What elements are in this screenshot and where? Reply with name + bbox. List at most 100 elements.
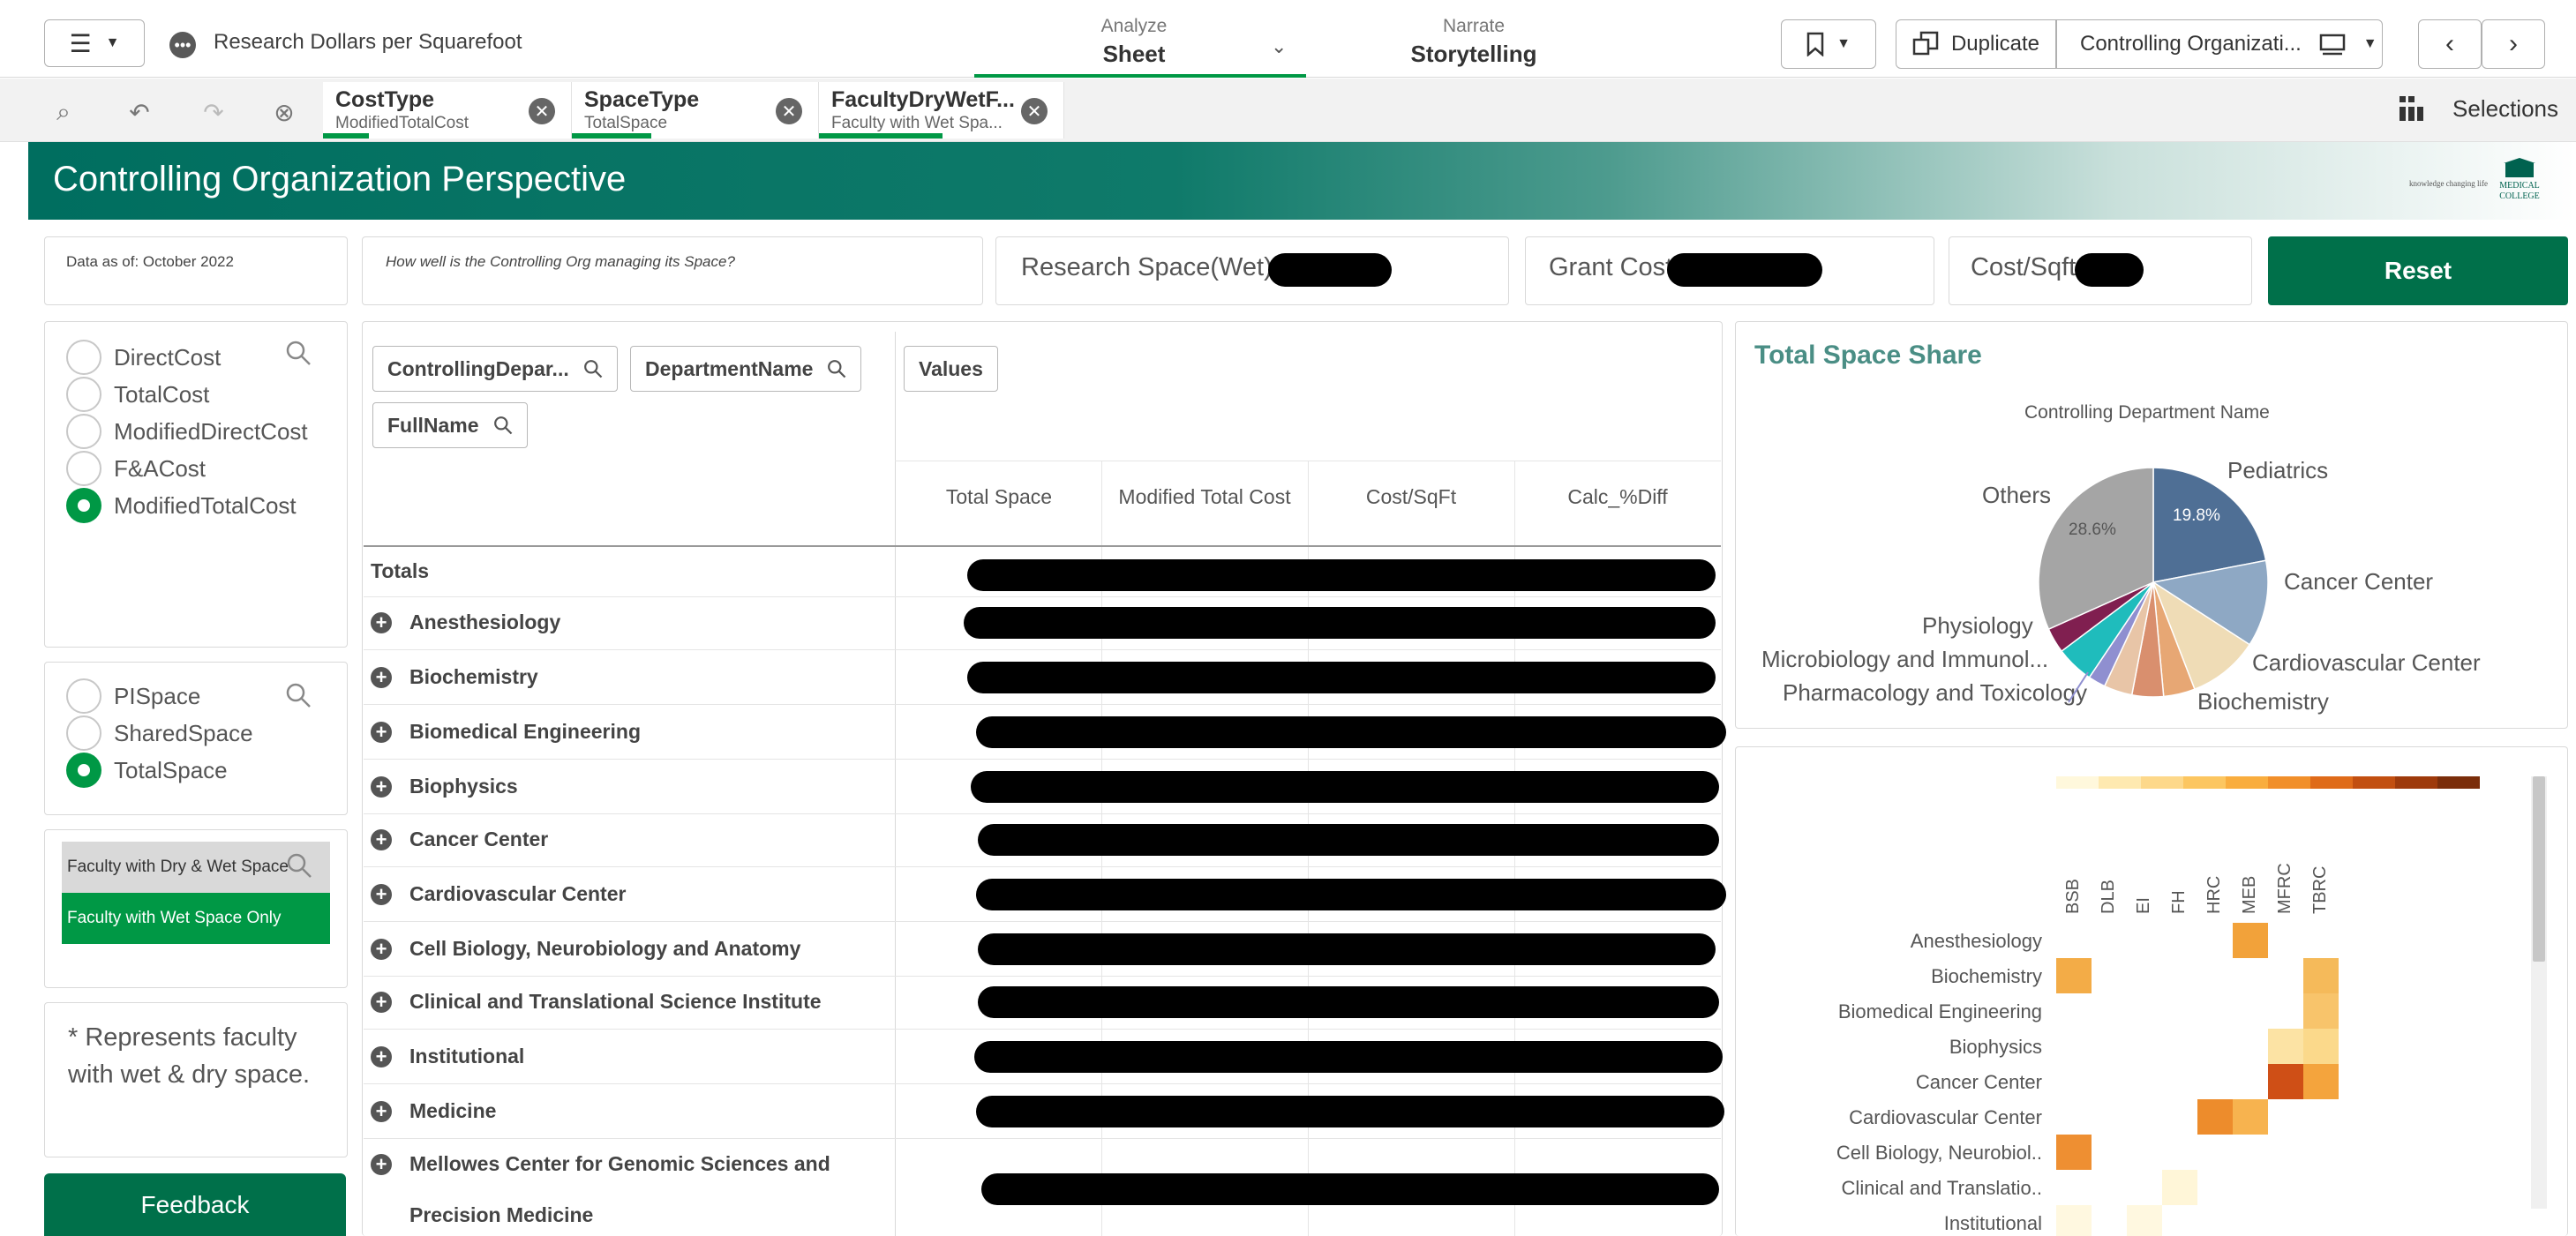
filter-item-label: Faculty with Dry & Wet Space <box>67 858 289 876</box>
duplicate-button[interactable]: Duplicate <box>1896 19 2056 69</box>
heatmap-cell[interactable] <box>2197 1099 2233 1135</box>
app-title: Research Dollars per Squarefoot <box>214 30 522 54</box>
sheet-label: Sheet <box>1102 41 1166 67</box>
close-icon[interactable]: ✕ <box>776 98 802 124</box>
previous-sheet-button[interactable]: ‹ <box>2418 19 2482 69</box>
chip-selection-bar <box>572 133 651 139</box>
heatmap-cell[interactable] <box>2056 958 2092 993</box>
search-icon[interactable] <box>285 340 312 366</box>
table-row[interactable]: + Medicine <box>371 1099 496 1123</box>
table-row[interactable]: + Biomedical Engineering <box>371 720 641 744</box>
close-icon[interactable]: ✕ <box>529 98 555 124</box>
main-menu-button[interactable]: ☰ ▼ <box>44 19 145 67</box>
heatmap-cell[interactable] <box>2303 1029 2339 1064</box>
redacted-value <box>976 1096 1724 1127</box>
scrollbar-track[interactable] <box>2531 776 2547 1209</box>
clear-all-icon[interactable]: ⊗ <box>267 94 302 130</box>
column-header-total-space[interactable]: Total Space <box>897 485 1101 509</box>
chevron-down-icon[interactable]: ⌄ <box>1271 35 1287 58</box>
radio-modifiedtotalcost[interactable]: ModifiedTotalCost <box>66 488 297 523</box>
expand-plus-icon[interactable]: + <box>371 883 392 905</box>
heatmap-cell[interactable] <box>2233 1099 2268 1135</box>
feedback-button[interactable]: Feedback <box>44 1173 346 1236</box>
close-icon[interactable]: ✕ <box>1021 98 1048 124</box>
bookmark-button[interactable]: ▼ <box>1781 19 1876 69</box>
radio-button[interactable] <box>66 451 101 486</box>
table-row[interactable]: + Clinical and Translational Science Inst… <box>371 990 822 1014</box>
selection-chip-facultydrywet[interactable]: FacultyDryWetF... Faculty with Wet Spa..… <box>819 82 1064 139</box>
radio-modifieddirectcost[interactable]: ModifiedDirectCost <box>66 414 308 449</box>
heatmap-cell[interactable] <box>2233 923 2268 958</box>
radio-button-selected[interactable] <box>66 753 101 788</box>
selections-button[interactable]: Selections <box>2398 94 2558 123</box>
table-row[interactable]: + Mellowes Center for Genomic Sciences an… <box>371 1152 830 1176</box>
table-row[interactable]: + Biochemistry <box>371 665 538 689</box>
expand-plus-icon[interactable]: + <box>371 1045 392 1067</box>
filter-item-wet-only[interactable]: Faculty with Wet Space Only <box>62 893 330 944</box>
expand-plus-icon[interactable]: + <box>371 1100 392 1122</box>
radio-directcost[interactable]: DirectCost <box>66 340 221 375</box>
smart-search-icon[interactable]: ⌕ <box>46 94 81 130</box>
sheet-selector[interactable]: Controlling Organizati... ▼ <box>2056 19 2383 69</box>
expand-plus-icon[interactable]: + <box>371 666 392 688</box>
column-header-calc-pct-diff[interactable]: Calc_%Diff <box>1514 485 1721 509</box>
table-row[interactable]: + Cancer Center <box>371 828 548 851</box>
search-icon[interactable] <box>286 852 312 879</box>
radio-button[interactable] <box>66 414 101 449</box>
radio-totalspace[interactable]: TotalSpace <box>66 753 228 788</box>
expand-plus-icon[interactable]: + <box>371 721 392 743</box>
divider <box>364 704 1721 705</box>
dimension-pill-controlling-dept[interactable]: ControllingDepar... <box>372 346 618 392</box>
tab-narrate-storytelling[interactable]: Narrate Storytelling <box>1394 16 1553 68</box>
radio-button[interactable] <box>66 377 101 412</box>
expand-plus-icon[interactable]: + <box>371 775 392 798</box>
radio-pispace[interactable]: PISpace <box>66 678 200 714</box>
expand-plus-icon[interactable]: + <box>371 828 392 850</box>
column-header-modified-total-cost[interactable]: Modified Total Cost <box>1101 485 1308 509</box>
heatmap-cell[interactable] <box>2303 1064 2339 1099</box>
note-line: * Represents faculty <box>68 1023 297 1052</box>
table-row[interactable]: Precision Medicine <box>371 1203 593 1227</box>
bookmark-icon <box>1806 32 1824 56</box>
search-icon[interactable] <box>285 682 312 708</box>
heatmap-cell[interactable] <box>2268 1064 2303 1099</box>
heatmap-cell[interactable] <box>2303 993 2339 1029</box>
expand-plus-icon[interactable]: + <box>371 611 392 633</box>
expand-plus-icon[interactable]: + <box>371 938 392 960</box>
column-header-cost-sqft[interactable]: Cost/SqFt <box>1308 485 1514 509</box>
table-row[interactable]: + Cell Biology, Neurobiology and Anatomy <box>371 937 800 961</box>
table-row[interactable]: + Biophysics <box>371 775 518 798</box>
radio-button-selected[interactable] <box>66 488 101 523</box>
radio-totalcost[interactable]: TotalCost <box>66 377 209 412</box>
heatmap-cell[interactable] <box>2303 958 2339 993</box>
heatmap-cell[interactable] <box>2268 1029 2303 1064</box>
reset-button[interactable]: Reset <box>2268 236 2568 305</box>
scrollbar-thumb[interactable] <box>2533 776 2545 962</box>
pie-label-physiology: Physiology <box>1922 612 2033 639</box>
pie-chart[interactable] <box>2030 459 2277 706</box>
expand-plus-icon[interactable]: + <box>371 991 392 1013</box>
expand-plus-icon[interactable]: + <box>371 1153 392 1175</box>
radio-facost[interactable]: F&ACost <box>66 451 206 486</box>
dimension-pill-department-name[interactable]: DepartmentName <box>630 346 862 392</box>
table-row[interactable]: + Anesthesiology <box>371 611 560 634</box>
radio-button[interactable] <box>66 678 101 714</box>
tab-analyze-sheet[interactable]: Analyze Sheet <box>1059 16 1209 68</box>
divider <box>364 976 1721 977</box>
step-back-icon[interactable]: ↶ <box>122 94 157 130</box>
dimension-pill-fullname[interactable]: FullName <box>372 402 528 448</box>
radio-sharedspace[interactable]: SharedSpace <box>66 715 253 751</box>
heatmap-cell[interactable] <box>2056 1205 2092 1236</box>
selection-chip-costtype[interactable]: CostType ModifiedTotalCost ✕ <box>323 82 572 139</box>
next-sheet-button[interactable]: › <box>2482 19 2545 69</box>
values-pill[interactable]: Values <box>904 346 998 392</box>
radio-button[interactable] <box>66 715 101 751</box>
selection-chip-spacetype[interactable]: SpaceType TotalSpace ✕ <box>572 82 819 139</box>
heatmap-cell[interactable] <box>2162 1170 2197 1205</box>
table-row[interactable]: + Institutional <box>371 1045 524 1068</box>
step-forward-icon[interactable]: ↷ <box>196 94 231 130</box>
heatmap-cell[interactable] <box>2056 1135 2092 1170</box>
heatmap-cell[interactable] <box>2127 1205 2162 1236</box>
table-row[interactable]: + Cardiovascular Center <box>371 882 626 906</box>
radio-button[interactable] <box>66 340 101 375</box>
